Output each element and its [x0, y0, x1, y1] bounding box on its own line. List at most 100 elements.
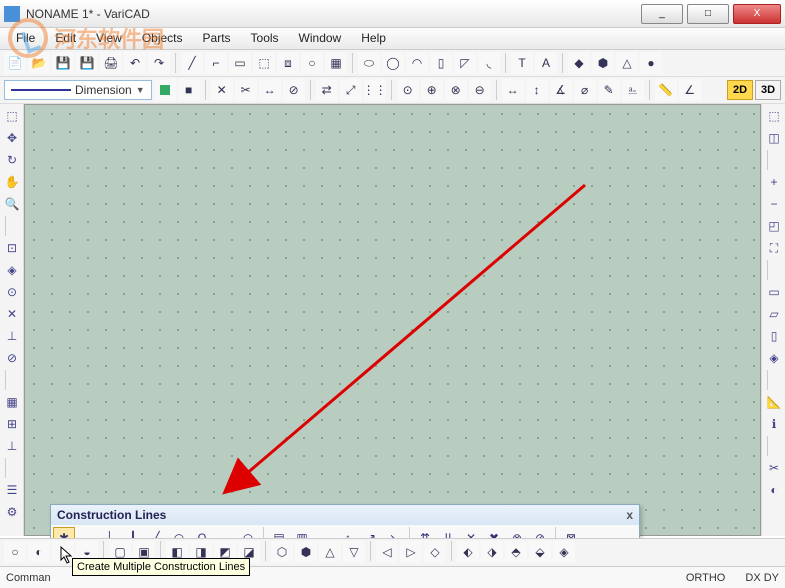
s13-icon[interactable]: △	[319, 541, 341, 563]
rectangle-icon[interactable]: ▯	[430, 52, 452, 74]
break-icon[interactable]: ⊘	[283, 79, 305, 101]
perp-icon[interactable]: ⊥	[2, 326, 22, 346]
snap1-icon[interactable]: ⊙	[397, 79, 419, 101]
zoom-icon[interactable]: 🔍	[2, 194, 22, 214]
view-2d-button[interactable]: 2D	[727, 80, 753, 100]
view2-icon[interactable]: ◫	[764, 128, 784, 148]
menu-window[interactable]: Window	[289, 28, 352, 49]
clip-icon[interactable]: ◐	[764, 480, 784, 500]
redo-icon[interactable]: ↷	[148, 52, 170, 74]
hatch-icon[interactable]: ▦	[325, 52, 347, 74]
note-icon[interactable]: ✎	[598, 79, 620, 101]
scale-icon[interactable]: ⤢	[340, 79, 362, 101]
s20-icon[interactable]: ⬘	[505, 541, 527, 563]
status-dxdy[interactable]: DX DY	[745, 572, 779, 584]
fillet-icon[interactable]: ◟	[478, 52, 500, 74]
status-ortho[interactable]: ORTHO	[686, 572, 726, 584]
close-button[interactable]: X	[733, 4, 781, 24]
cen-icon[interactable]: ⊙	[2, 282, 22, 302]
mirror-icon[interactable]: ⇄	[316, 79, 338, 101]
s15-icon[interactable]: ◁	[376, 541, 398, 563]
int-icon[interactable]: ✕	[2, 304, 22, 324]
menu-view[interactable]: View	[86, 28, 132, 49]
polyline-icon[interactable]: ⌐	[205, 52, 227, 74]
side-icon[interactable]: ▯	[764, 326, 784, 346]
open-icon[interactable]: 📂	[28, 52, 50, 74]
rot-icon[interactable]: ↻	[2, 150, 22, 170]
info-icon[interactable]: ℹ	[764, 414, 784, 434]
dim3-icon[interactable]: ∡	[550, 79, 572, 101]
color-square-icon[interactable]	[154, 79, 176, 101]
snap2-icon[interactable]: ⊕	[421, 79, 443, 101]
s2-icon[interactable]: ◐	[28, 541, 50, 563]
tan-icon[interactable]: ⊘	[2, 348, 22, 368]
save-icon[interactable]: 💾	[52, 52, 74, 74]
trim-icon[interactable]: ✂	[235, 79, 257, 101]
line-icon[interactable]: ╱	[181, 52, 203, 74]
maximize-button[interactable]: □	[687, 4, 729, 24]
undo-icon[interactable]: ↶	[124, 52, 146, 74]
grid-icon[interactable]: ▦	[2, 392, 22, 412]
front-icon[interactable]: ▭	[764, 282, 784, 302]
saveall-icon[interactable]: 💾	[76, 52, 98, 74]
floatbar-title-bar[interactable]: Construction Lines x	[51, 505, 639, 525]
move-icon[interactable]: ✥	[2, 128, 22, 148]
snap-icon[interactable]: ⊞	[2, 414, 22, 434]
menu-help[interactable]: Help	[351, 28, 396, 49]
dim4-icon[interactable]: ⌀	[574, 79, 596, 101]
new-icon[interactable]: 📄	[4, 52, 26, 74]
circ-icon[interactable]: ○	[301, 52, 323, 74]
sphere-icon[interactable]: ●	[640, 52, 662, 74]
angle-icon[interactable]: ∠	[679, 79, 701, 101]
s11-icon[interactable]: ⬡	[271, 541, 293, 563]
ortho-icon[interactable]: ⊥	[2, 436, 22, 456]
view-3d-button[interactable]: 3D	[755, 80, 781, 100]
menu-parts[interactable]: Parts	[193, 28, 241, 49]
menu-edit[interactable]: Edit	[45, 28, 86, 49]
sel-icon[interactable]: ⬚	[2, 106, 22, 126]
zwin-icon[interactable]: ◰	[764, 216, 784, 236]
s19-icon[interactable]: ⬗	[481, 541, 503, 563]
ellipse-icon[interactable]: ⬭	[358, 52, 380, 74]
iso-icon[interactable]: ◈	[764, 348, 784, 368]
delete-icon[interactable]: ✕	[211, 79, 233, 101]
measu-icon[interactable]: 📐	[764, 392, 784, 412]
rect-icon[interactable]: ▭	[229, 52, 251, 74]
s22-icon[interactable]: ◈	[553, 541, 575, 563]
dim2-icon[interactable]: ↕	[526, 79, 548, 101]
endp-icon[interactable]: ⊡	[2, 238, 22, 258]
offset-icon[interactable]: ⧈	[277, 52, 299, 74]
linestyle-dropdown[interactable]: Dimension ▼	[4, 80, 152, 100]
drawing-canvas[interactable]	[24, 104, 761, 536]
prop-icon[interactable]: ⚙	[2, 502, 22, 522]
print-icon[interactable]: 🖨	[100, 52, 122, 74]
arc-icon[interactable]: ◠	[406, 52, 428, 74]
snap3-icon[interactable]: ⊗	[445, 79, 467, 101]
text-icon[interactable]: T	[511, 52, 533, 74]
array-icon[interactable]: ⋮⋮	[364, 79, 386, 101]
s12-icon[interactable]: ⬢	[295, 541, 317, 563]
s18-icon[interactable]: ⬖	[457, 541, 479, 563]
s14-icon[interactable]: ▽	[343, 541, 365, 563]
zin-icon[interactable]: +	[764, 172, 784, 192]
s21-icon[interactable]: ⬙	[529, 541, 551, 563]
cyl-icon[interactable]: ⬢	[592, 52, 614, 74]
isocirc-icon[interactable]: ◯	[382, 52, 404, 74]
cut-icon[interactable]: ✂	[764, 458, 784, 478]
top-icon[interactable]: ▱	[764, 304, 784, 324]
menu-file[interactable]: File	[6, 28, 45, 49]
s17-icon[interactable]: ◇	[424, 541, 446, 563]
chamfer-icon[interactable]: ◸	[454, 52, 476, 74]
text2-icon[interactable]: A	[535, 52, 557, 74]
sq-icon[interactable]: ■	[178, 79, 200, 101]
layer-icon[interactable]: ☰	[2, 480, 22, 500]
label-icon[interactable]: ⎁	[622, 79, 644, 101]
zall-icon[interactable]: ⛶	[764, 238, 784, 258]
extend-icon[interactable]: ↔	[259, 79, 281, 101]
snap4-icon[interactable]: ⊖	[469, 79, 491, 101]
minimize-button[interactable]: _	[641, 4, 683, 24]
zout-icon[interactable]: −	[764, 194, 784, 214]
s16-icon[interactable]: ▷	[400, 541, 422, 563]
floatbar-close-button[interactable]: x	[626, 508, 633, 522]
menu-tools[interactable]: Tools	[241, 28, 289, 49]
